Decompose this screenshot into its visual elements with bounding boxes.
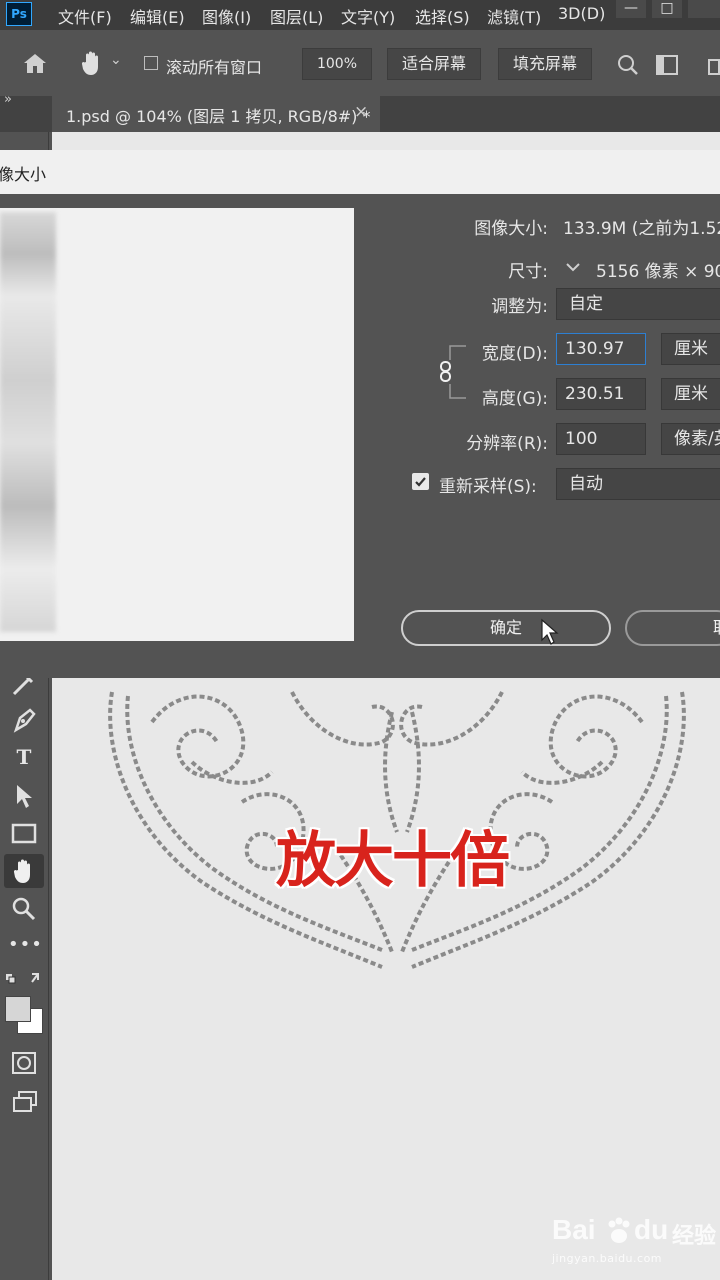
- checkmark-icon: [415, 477, 426, 487]
- watermark-brand-suffix: du: [634, 1214, 669, 1245]
- width-unit-dropdown[interactable]: 厘米: [661, 333, 720, 365]
- more-tools-icon[interactable]: •••: [8, 930, 42, 960]
- swap-colors-icon[interactable]: [4, 970, 44, 990]
- menu-image[interactable]: 图像(I): [202, 4, 251, 28]
- scroll-all-windows-label: 滚动所有窗口: [166, 58, 263, 77]
- rectangle-tool-icon[interactable]: [10, 822, 38, 846]
- hand-tool-icon[interactable]: [80, 50, 104, 76]
- zoom-field[interactable]: 100%: [302, 48, 372, 80]
- search-icon[interactable]: [617, 54, 639, 76]
- path-selection-tool-icon[interactable]: [12, 782, 36, 810]
- tab-title: 1.psd @ 104% (图层 1 拷贝, RGB/8#) *: [66, 107, 371, 126]
- image-size-dialog-titlebar[interactable]: 像大小: [0, 150, 720, 194]
- fit-to-label: 调整为:: [491, 297, 548, 317]
- height-unit-dropdown[interactable]: 厘米: [661, 378, 720, 410]
- width-label: 宽度(D):: [481, 344, 548, 364]
- menu-3d[interactable]: 3D(D): [558, 4, 605, 23]
- screen-mode-icon[interactable]: [12, 1090, 38, 1114]
- dimensions-value: 5156 像素 × 90: [596, 262, 720, 282]
- hand-icon: [13, 859, 30, 883]
- baidu-jingyan-watermark: Bai du 经验 jingyan.baidu.com: [552, 1214, 716, 1270]
- image-size-label: 图像大小:: [474, 219, 548, 239]
- menu-filter[interactable]: 滤镜(T): [487, 4, 541, 28]
- close-window-button[interactable]: [688, 0, 720, 18]
- resample-dropdown[interactable]: 自动: [556, 468, 720, 500]
- watermark-url: jingyan.baidu.com: [552, 1252, 663, 1265]
- tab-document[interactable]: 1.psd @ 104% (图层 1 拷贝, RGB/8#) * ×: [52, 96, 380, 132]
- hand-tool-active[interactable]: [4, 854, 44, 888]
- menu-type[interactable]: 文字(Y): [341, 4, 395, 28]
- resolution-input[interactable]: 100: [556, 423, 646, 455]
- zoom-tool-icon[interactable]: [11, 896, 37, 922]
- resolution-label: 分辨率(R):: [466, 434, 548, 454]
- share-icon[interactable]: [708, 54, 720, 76]
- fit-screen-button[interactable]: 适合屏幕: [387, 48, 481, 80]
- dimensions-label: 尺寸:: [508, 262, 548, 282]
- mouse-cursor-icon: [541, 618, 559, 645]
- close-tab-icon[interactable]: ×: [354, 102, 368, 122]
- ok-button[interactable]: 确定: [401, 610, 611, 646]
- foreground-color-swatch-top[interactable]: [5, 996, 31, 1022]
- home-icon[interactable]: [22, 52, 48, 74]
- menu-edit[interactable]: 编辑(E): [130, 4, 185, 28]
- preview-blurred-strip: [0, 212, 56, 632]
- menu-file[interactable]: 文件(F): [58, 4, 112, 28]
- resample-checkbox[interactable]: [412, 473, 429, 490]
- zoom-caption: 放大十倍: [276, 826, 510, 896]
- photoshop-logo: Ps: [6, 2, 32, 26]
- dialog-title: 像大小: [0, 165, 47, 184]
- options-bar: ⌄ 滚动所有窗口 100% 适合屏幕 填充屏幕: [0, 30, 720, 97]
- image-preview[interactable]: [0, 208, 354, 641]
- image-size-value: 133.9M (之前为1.52M: [563, 219, 720, 239]
- dimensions-dropdown-icon[interactable]: [564, 258, 582, 276]
- fit-to-dropdown[interactable]: 自定: [556, 288, 720, 320]
- minimize-button[interactable]: —: [616, 0, 646, 18]
- width-input[interactable]: 130.97: [556, 333, 646, 365]
- type-tool-icon[interactable]: T: [8, 742, 40, 772]
- cancel-button[interactable]: 取: [625, 610, 720, 646]
- scroll-all-windows-checkbox[interactable]: [144, 56, 158, 70]
- menu-layer[interactable]: 图层(L): [270, 4, 323, 28]
- resample-label: 重新采样(S):: [439, 477, 537, 497]
- expand-panels-icon[interactable]: »: [4, 92, 12, 107]
- height-label: 高度(G):: [481, 389, 548, 409]
- menu-select[interactable]: 选择(S): [415, 4, 470, 28]
- workspace-icon[interactable]: [656, 55, 678, 75]
- watermark-brand: Bai: [552, 1214, 596, 1245]
- quick-mask-icon[interactable]: [12, 1052, 36, 1074]
- height-input[interactable]: 230.51: [556, 378, 646, 410]
- watermark-cn: 经验: [672, 1224, 717, 1249]
- paw-logo-icon: [608, 1217, 630, 1243]
- resolution-unit-dropdown[interactable]: 像素/英: [661, 423, 720, 455]
- menu-bar: Ps 文件(F) 编辑(E) 图像(I) 图层(L) 文字(Y) 选择(S) 滤…: [0, 0, 720, 30]
- maximize-button[interactable]: □: [652, 0, 682, 18]
- fill-screen-button[interactable]: 填充屏幕: [498, 48, 592, 80]
- chevron-down-icon[interactable]: ⌄: [110, 52, 122, 68]
- pen-tool-icon[interactable]: [10, 706, 38, 734]
